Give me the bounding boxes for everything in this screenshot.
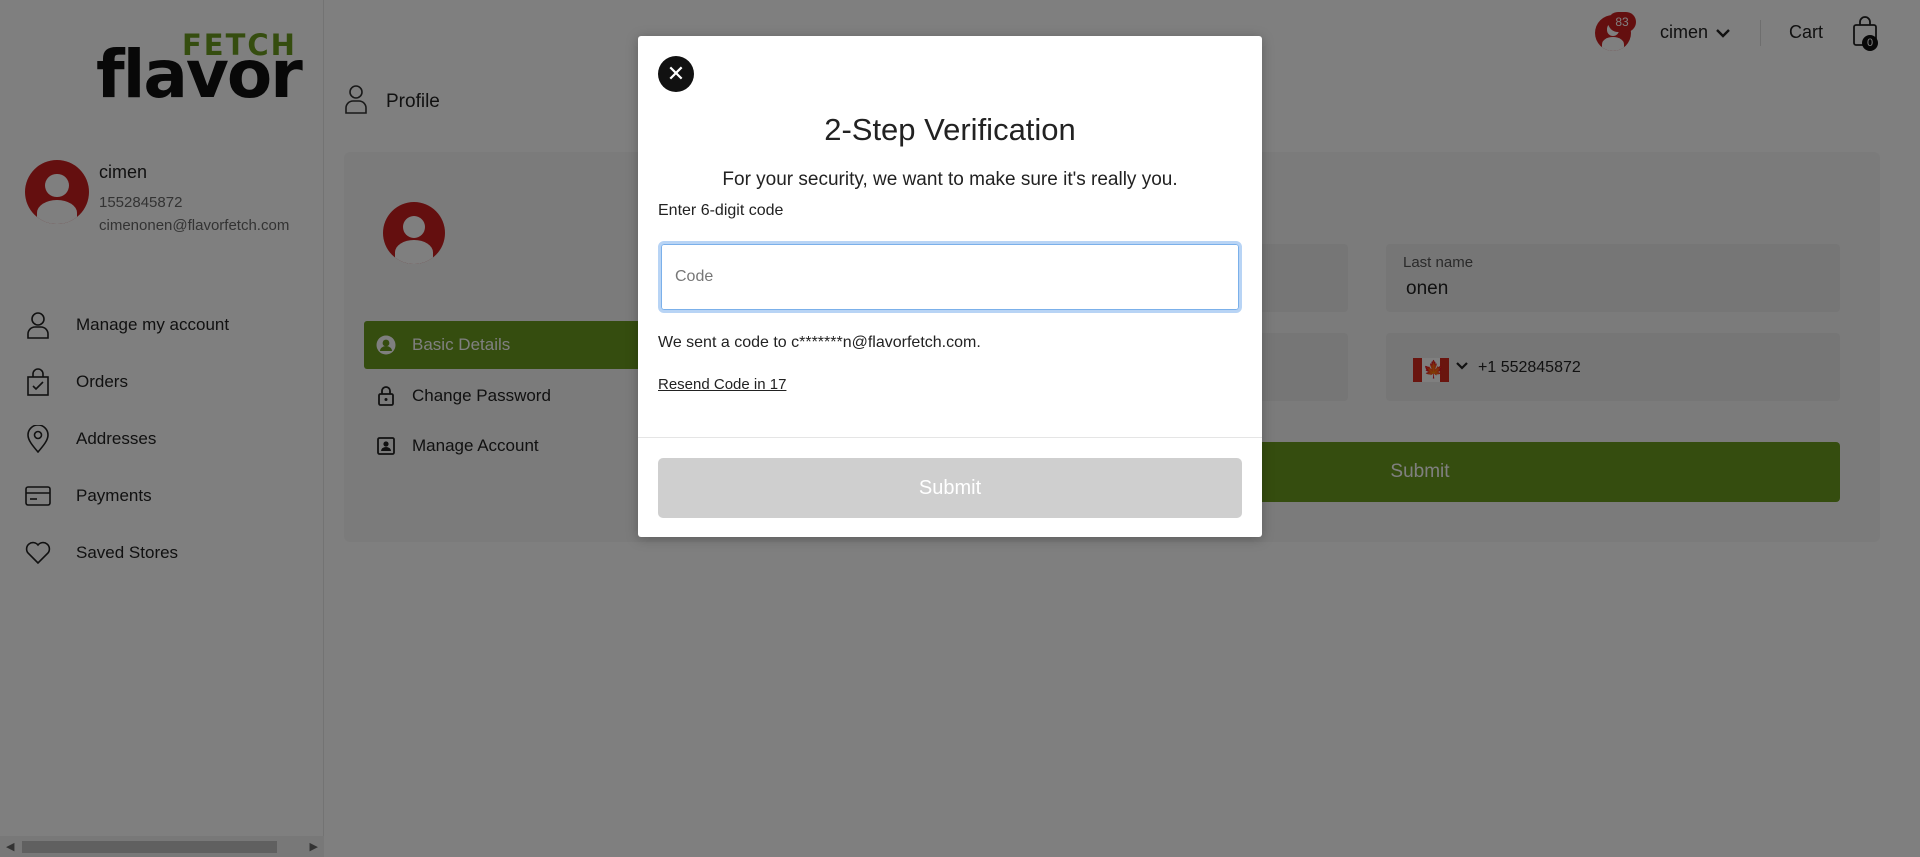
verify-submit-button[interactable]: Submit [658, 458, 1242, 518]
code-input[interactable] [658, 241, 1242, 313]
code-sent-message: We sent a code to c*******n@flavorfetch.… [658, 334, 981, 351]
code-label: Enter 6-digit code [658, 202, 784, 219]
modal-divider [638, 437, 1262, 438]
close-button[interactable]: ✕ [658, 56, 694, 92]
close-icon: ✕ [666, 61, 686, 86]
modal-title: 2-Step Verification [824, 112, 1076, 147]
verification-modal: ✕ 2-Step Verification For your security,… [638, 36, 1262, 537]
resend-code-link[interactable]: Resend Code in 17 [658, 376, 786, 393]
modal-subtitle: For your security, we want to make sure … [722, 169, 1178, 190]
